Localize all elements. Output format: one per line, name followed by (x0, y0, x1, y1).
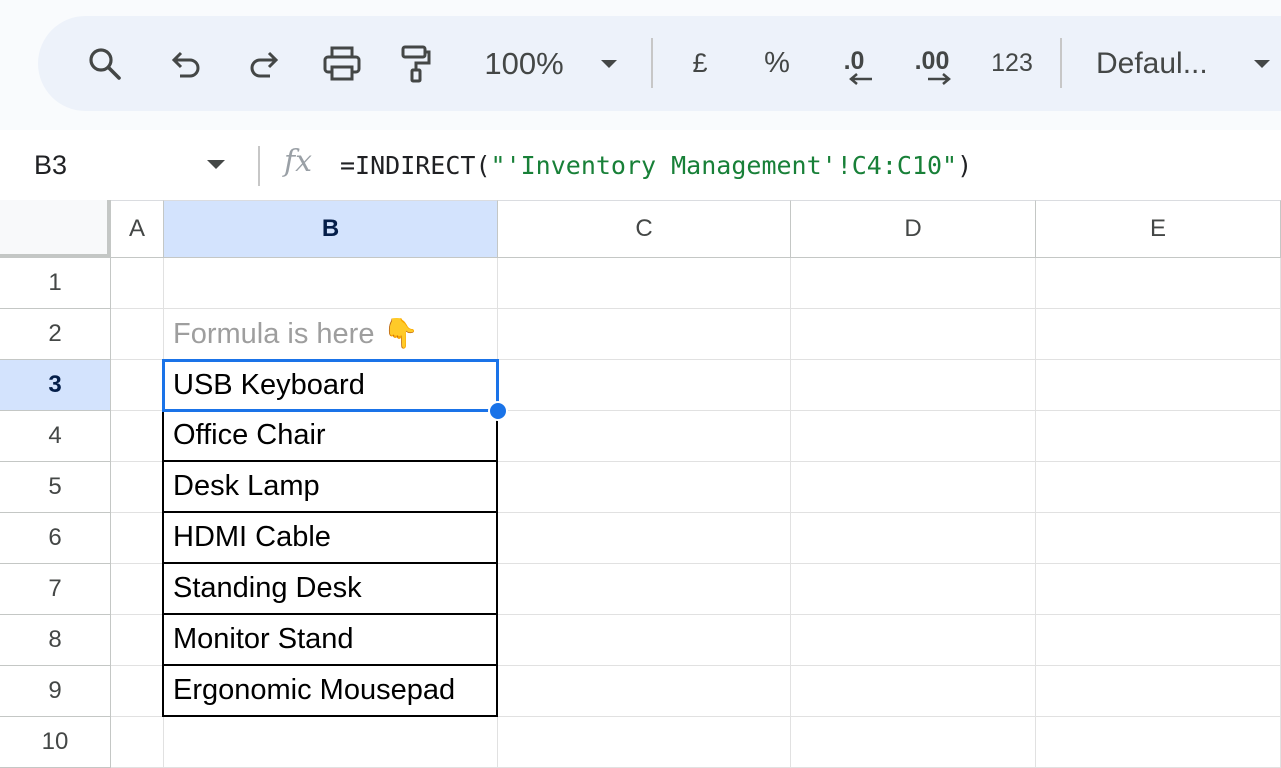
column-header-d[interactable]: D (791, 200, 1036, 258)
cell-b5[interactable]: Desk Lamp (162, 462, 498, 513)
cell-a7[interactable] (111, 564, 164, 615)
cell-b9[interactable]: Ergonomic Mousepad (162, 666, 498, 717)
fx-icon: fx (284, 144, 313, 179)
cell-e5[interactable] (1036, 462, 1281, 513)
cell-c5[interactable] (498, 462, 791, 513)
formula-string: "'Inventory Management'!C4:C10" (490, 150, 958, 180)
cell-a1[interactable] (111, 258, 164, 309)
cell-d4[interactable] (791, 411, 1036, 462)
cell-c9[interactable] (498, 666, 791, 717)
spreadsheet-grid: A B C D E 1 2 3 4 5 6 7 8 9 10 Formula i… (0, 200, 1281, 768)
cell-e10[interactable] (1036, 717, 1281, 768)
cell-b2[interactable]: Formula is here 👇 (164, 309, 498, 360)
font-select[interactable]: Defaul... (1096, 16, 1230, 111)
cell-e4[interactable] (1036, 411, 1281, 462)
cell-e6[interactable] (1036, 513, 1281, 564)
row-header-1[interactable]: 1 (0, 258, 111, 309)
row-header-6[interactable]: 6 (0, 513, 111, 564)
row-header-4[interactable]: 4 (0, 411, 111, 462)
redo-icon[interactable] (244, 16, 284, 111)
formula-suffix: ) (957, 150, 973, 180)
zoom-caret-icon[interactable] (596, 16, 622, 111)
undo-icon[interactable] (166, 16, 206, 111)
row-header-7[interactable]: 7 (0, 564, 111, 615)
print-icon[interactable] (320, 16, 364, 111)
cell-a10[interactable] (111, 717, 164, 768)
row-header-9[interactable]: 9 (0, 666, 111, 717)
percent-format-button[interactable]: % (760, 16, 794, 111)
column-header-e[interactable]: E (1036, 200, 1281, 258)
cell-b7[interactable]: Standing Desk (162, 564, 498, 615)
decrease-decimal-button[interactable]: .0 (830, 16, 878, 111)
cell-e9[interactable] (1036, 666, 1281, 717)
paint-format-icon[interactable] (396, 16, 436, 111)
cell-b8[interactable]: Monitor Stand (162, 615, 498, 666)
cell-d1[interactable] (791, 258, 1036, 309)
cell-c2[interactable] (498, 309, 791, 360)
name-box-caret-icon[interactable] (207, 160, 225, 169)
cell-d10[interactable] (791, 717, 1036, 768)
toolbar-divider (651, 38, 653, 88)
cell-a9[interactable] (111, 666, 164, 717)
cell-a8[interactable] (111, 615, 164, 666)
arrow-left-icon (849, 72, 872, 85)
cell-a3[interactable] (111, 360, 164, 411)
formula-bar-divider (258, 146, 260, 186)
cell-c1[interactable] (498, 258, 791, 309)
row-header-3[interactable]: 3 (0, 360, 111, 411)
cell-b1[interactable] (164, 258, 498, 309)
cell-b10[interactable] (164, 717, 498, 768)
column-header-b[interactable]: B (164, 200, 498, 258)
toolbar-divider (1060, 38, 1062, 88)
cell-d3[interactable] (791, 360, 1036, 411)
zoom-value: 100% (484, 45, 564, 81)
cell-d2[interactable] (791, 309, 1036, 360)
row-header-5[interactable]: 5 (0, 462, 111, 513)
fill-handle[interactable] (488, 401, 508, 421)
formula-input[interactable]: =INDIRECT("'Inventory Management'!C4:C10… (340, 130, 972, 200)
number-format-button[interactable]: 123 (984, 16, 1040, 111)
cell-a5[interactable] (111, 462, 164, 513)
cell-b3[interactable]: USB Keyboard (162, 360, 498, 411)
row-header-8[interactable]: 8 (0, 615, 111, 666)
cell-c8[interactable] (498, 615, 791, 666)
cell-e7[interactable] (1036, 564, 1281, 615)
search-icon[interactable] (82, 16, 128, 111)
increase-decimal-button[interactable]: .00 (904, 16, 960, 111)
row-header-10[interactable]: 10 (0, 717, 111, 768)
cell-b6[interactable]: HDMI Cable (162, 513, 498, 564)
column-header-a[interactable]: A (111, 200, 164, 258)
cell-e8[interactable] (1036, 615, 1281, 666)
select-all-corner[interactable] (0, 200, 111, 258)
cell-b4[interactable]: Office Chair (162, 411, 498, 462)
cell-d7[interactable] (791, 564, 1036, 615)
cell-e2[interactable] (1036, 309, 1281, 360)
cell-d8[interactable] (791, 615, 1036, 666)
cell-a4[interactable] (111, 411, 164, 462)
formula-prefix: =INDIRECT( (340, 150, 491, 180)
name-box[interactable]: B3 (34, 130, 67, 200)
currency-format-button[interactable]: £ (684, 16, 716, 111)
zoom-select[interactable]: 100% (476, 16, 572, 111)
cell-c4[interactable] (498, 411, 791, 462)
formula-bar: B3 fx =INDIRECT("'Inventory Management'!… (0, 130, 1281, 200)
cell-a2[interactable] (111, 309, 164, 360)
toolbar-area: 100% £ % .0 .00 123 Defaul... (0, 0, 1281, 130)
cell-d9[interactable] (791, 666, 1036, 717)
arrow-right-icon (928, 72, 951, 85)
cell-e1[interactable] (1036, 258, 1281, 309)
cell-c10[interactable] (498, 717, 791, 768)
cell-e3[interactable] (1036, 360, 1281, 411)
font-caret-icon[interactable] (1250, 16, 1274, 111)
cell-c7[interactable] (498, 564, 791, 615)
column-header-c[interactable]: C (498, 200, 791, 258)
cell-d6[interactable] (791, 513, 1036, 564)
cell-d5[interactable] (791, 462, 1036, 513)
toolbar: 100% £ % .0 .00 123 Defaul... (38, 16, 1281, 111)
cell-c3[interactable] (498, 360, 791, 411)
cell-c6[interactable] (498, 513, 791, 564)
row-header-2[interactable]: 2 (0, 309, 111, 360)
cell-a6[interactable] (111, 513, 164, 564)
